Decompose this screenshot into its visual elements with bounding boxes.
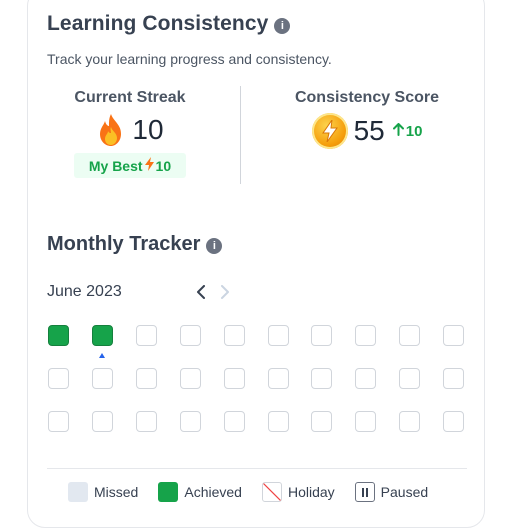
- legend-achieved: Achieved: [158, 482, 242, 502]
- tracker-day-cell[interactable]: [443, 411, 464, 432]
- consistency-title: Learning Consistency: [47, 12, 269, 35]
- tracker-day-cell[interactable]: [92, 368, 113, 389]
- legend-holiday: Holiday: [261, 482, 335, 502]
- tracker-day-cell[interactable]: [399, 325, 420, 346]
- tracker-day-cell[interactable]: [48, 368, 69, 389]
- tracker-header: Monthly Tracker i: [47, 233, 223, 256]
- tracker-day-cell[interactable]: [399, 368, 420, 389]
- tracker-day-cell[interactable]: [92, 325, 113, 346]
- tracker-day-cell[interactable]: [311, 368, 332, 389]
- tracker-day-cell[interactable]: [399, 411, 420, 432]
- streak-label: Current Streak: [74, 89, 186, 106]
- tracker-day-cell[interactable]: [180, 325, 201, 346]
- consistency-header: Learning Consistency i: [47, 12, 291, 36]
- learning-consistency-card: [27, 0, 485, 528]
- prev-month-button[interactable]: [191, 282, 211, 302]
- legend: Missed Achieved Holiday Paused: [68, 482, 448, 502]
- tracker-day-cell[interactable]: [311, 325, 332, 346]
- info-icon[interactable]: i: [274, 17, 291, 34]
- tracker-day-cell[interactable]: [136, 325, 157, 346]
- score-delta-value: 10: [405, 122, 423, 140]
- score-value: 55: [353, 115, 385, 146]
- month-navigation: June 2023: [47, 282, 235, 302]
- tracker-day-cell[interactable]: [355, 411, 376, 432]
- score-label: Consistency Score: [294, 89, 440, 106]
- tracker-day-cell[interactable]: [136, 368, 157, 389]
- month-label: June 2023: [47, 283, 122, 300]
- legend-missed-label: Missed: [94, 484, 139, 500]
- consistency-score-block: Consistency Score 55 10: [284, 89, 450, 149]
- legend-achieved-label: Achieved: [184, 484, 242, 500]
- legend-divider: [47, 468, 467, 469]
- tracker-day-cell[interactable]: [224, 411, 245, 432]
- consistency-subtitle: Track your learning progress and consist…: [47, 51, 332, 67]
- my-best-value: 10: [155, 157, 172, 174]
- legend-holiday-label: Holiday: [287, 484, 335, 500]
- tracker-day-cell[interactable]: [311, 411, 332, 432]
- streak-value-row: 10: [70, 113, 190, 147]
- achieved-swatch: [158, 482, 179, 502]
- bolt-icon: [311, 113, 348, 149]
- tracker-day-cell[interactable]: [48, 411, 69, 432]
- my-best-label: My Best: [88, 157, 143, 174]
- arrow-up-icon: [392, 122, 404, 140]
- pause-icon: [354, 482, 375, 502]
- today-marker-icon: [99, 353, 105, 358]
- small-bolt-icon: [144, 157, 154, 174]
- tracker-title: Monthly Tracker: [47, 233, 201, 255]
- tracker-day-cell[interactable]: [443, 325, 464, 346]
- streak-value: 10: [132, 114, 164, 145]
- tracker-day-cell[interactable]: [268, 325, 289, 346]
- stats-divider: [240, 86, 241, 184]
- tracker-day-cell[interactable]: [180, 411, 201, 432]
- next-month-button[interactable]: [215, 282, 235, 302]
- tracker-day-cell[interactable]: [355, 325, 376, 346]
- legend-missed: Missed: [68, 482, 138, 502]
- tracker-day-cell[interactable]: [180, 368, 201, 389]
- my-best-badge: My Best 10: [73, 153, 187, 178]
- info-icon[interactable]: i: [206, 238, 223, 254]
- tracker-day-cell[interactable]: [92, 411, 113, 432]
- tracker-day-cell[interactable]: [268, 411, 289, 432]
- flame-icon: [96, 113, 126, 147]
- legend-paused-label: Paused: [380, 484, 429, 500]
- tracker-day-cell[interactable]: [268, 368, 289, 389]
- legend-paused: Paused: [354, 482, 429, 502]
- score-value-row: 55 10: [284, 113, 450, 149]
- tracker-day-cell[interactable]: [355, 368, 376, 389]
- missed-swatch: [68, 482, 88, 502]
- current-streak-block: Current Streak 10 My Best 10: [70, 89, 190, 178]
- tracker-day-cell[interactable]: [224, 368, 245, 389]
- tracker-day-cell[interactable]: [136, 411, 157, 432]
- tracker-day-cell[interactable]: [224, 325, 245, 346]
- score-delta: 10: [392, 122, 423, 140]
- tracker-day-cell[interactable]: [48, 325, 69, 346]
- holiday-swatch: [261, 482, 282, 502]
- tracker-day-cell[interactable]: [443, 368, 464, 389]
